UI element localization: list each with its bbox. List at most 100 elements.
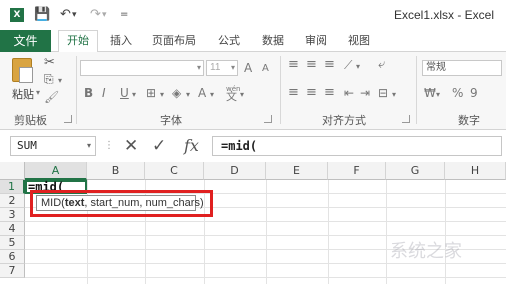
customize-toolbar-icon[interactable]: = <box>120 6 128 24</box>
align-right-icon[interactable]: ≡ <box>324 86 335 100</box>
row-header-6[interactable]: 6 <box>0 250 25 264</box>
copy-icon[interactable]: ⎘ <box>44 72 54 86</box>
row-header-2[interactable]: 2 <box>0 194 25 208</box>
merge-dropdown-icon[interactable]: ▾ <box>392 88 396 102</box>
group-divider <box>76 56 77 124</box>
align-left-icon[interactable]: ≡ <box>288 86 299 100</box>
select-all-corner[interactable] <box>0 162 25 180</box>
align-top-icon[interactable]: ≡ <box>288 58 299 72</box>
number-format-value: 常规 <box>426 62 446 73</box>
clipboard-group-label: 剪贴板 <box>14 114 47 127</box>
red-highlight-box <box>30 190 213 217</box>
tab-file[interactable]: 文件 <box>0 30 51 52</box>
paste-label[interactable]: 粘贴 <box>12 86 34 102</box>
font-launcher-icon[interactable] <box>264 115 272 123</box>
number-format-combo[interactable]: 常规 <box>422 60 502 76</box>
column-header-e[interactable]: E <box>266 162 328 180</box>
formula-input[interactable]: =mid( <box>212 136 502 156</box>
percent-style-icon[interactable]: % <box>452 86 463 100</box>
align-center-icon[interactable]: ≡ <box>306 86 317 100</box>
fill-color-icon[interactable]: ◈ <box>172 86 181 100</box>
tab-home[interactable]: 开始 <box>58 30 98 53</box>
wrap-text-icon[interactable]: ⤶ <box>378 58 385 72</box>
underline-button[interactable]: U <box>120 86 129 100</box>
grow-font-icon[interactable]: A <box>244 61 252 75</box>
watermark: 系统之家 <box>390 241 462 262</box>
fill-color-dropdown-icon[interactable]: ▾ <box>186 88 190 102</box>
bold-button[interactable]: B <box>84 86 93 100</box>
tab-formulas[interactable]: 公式 <box>218 30 240 52</box>
copy-dropdown-icon[interactable]: ▾ <box>58 74 62 88</box>
accounting-format-icon[interactable]: ₩ <box>424 86 436 100</box>
borders-icon[interactable]: ⊞ <box>146 86 156 100</box>
column-header-c[interactable]: C <box>145 162 204 180</box>
tab-view[interactable]: 视图 <box>348 30 370 52</box>
font-name-combo[interactable]: ▾ <box>80 60 204 76</box>
orientation-icon[interactable]: ⟋ <box>344 58 352 72</box>
cancel-icon[interactable]: ✕ <box>124 136 138 156</box>
row-header-5[interactable]: 5 <box>0 236 25 250</box>
font-color-icon[interactable]: A <box>198 86 206 100</box>
row-header-3[interactable]: 3 <box>0 208 25 222</box>
clipboard-launcher-icon[interactable] <box>64 115 72 123</box>
paste-icon[interactable] <box>12 58 33 83</box>
group-divider <box>416 56 417 124</box>
font-size-value: 11 <box>210 62 221 73</box>
align-bottom-icon[interactable]: ≡ <box>324 58 335 72</box>
tab-insert[interactable]: 插入 <box>110 30 132 52</box>
grid-line <box>266 180 267 284</box>
phonetic-dropdown-icon[interactable]: ▾ <box>240 88 244 102</box>
cut-icon[interactable]: ✂ <box>44 56 55 70</box>
merge-center-icon[interactable]: ⊟ <box>378 86 388 100</box>
font-color-dropdown-icon[interactable]: ▾ <box>210 88 214 102</box>
column-header-d[interactable]: D <box>204 162 266 180</box>
enter-icon[interactable]: ✓ <box>152 136 166 156</box>
column-header-a[interactable]: A <box>25 162 87 180</box>
undo-icon[interactable]: ↶ <box>60 6 71 24</box>
column-header-h[interactable]: H <box>445 162 506 180</box>
font-size-combo[interactable]: 11 ▾ <box>206 60 238 76</box>
tab-page-layout[interactable]: 页面布局 <box>152 30 196 52</box>
comma-style-icon[interactable]: 9 <box>470 86 478 100</box>
italic-button[interactable]: I <box>102 86 106 100</box>
formula-bar: SUM ▾ ⋮ ✕ ✓ fx =mid( <box>0 134 506 158</box>
accounting-dropdown-icon[interactable]: ▾ <box>436 88 440 102</box>
orientation-dropdown-icon[interactable]: ▾ <box>356 60 360 74</box>
align-middle-icon[interactable]: ≡ <box>306 58 317 72</box>
grid-line <box>386 180 387 284</box>
redo-icon[interactable]: ↷ <box>90 6 101 24</box>
window-title: Excel1.xlsx - Excel <box>393 8 494 22</box>
tab-review[interactable]: 审阅 <box>305 30 327 52</box>
increase-indent-icon[interactable]: ⇥ <box>360 86 370 100</box>
insert-function-icon[interactable]: fx <box>184 136 199 156</box>
name-box-value: SUM <box>17 139 37 152</box>
name-box[interactable]: SUM ▾ <box>10 136 96 156</box>
excel-logo-icon: X <box>10 8 24 22</box>
format-painter-icon[interactable]: 🖌 <box>44 90 59 104</box>
ribbon: 粘贴 ▾ ✂ ⎘ ▾ 🖌 剪贴板 ▾ 11 ▾ A A B I U ▾ ⊞ ▾ ◈… <box>0 52 506 130</box>
shrink-font-icon[interactable]: A <box>262 62 269 76</box>
row-header-1[interactable]: 1 <box>0 180 25 194</box>
column-header-f[interactable]: F <box>328 162 386 180</box>
font-name-dropdown-icon[interactable]: ▾ <box>197 61 201 75</box>
font-size-dropdown-icon[interactable]: ▾ <box>231 61 235 75</box>
tab-data[interactable]: 数据 <box>262 30 284 52</box>
borders-dropdown-icon[interactable]: ▾ <box>160 88 164 102</box>
alignment-launcher-icon[interactable] <box>402 115 410 123</box>
column-header-b[interactable]: B <box>87 162 145 180</box>
ribbon-tabs: 文件 开始 插入 页面布局 公式 数据 审阅 视图 <box>0 30 506 53</box>
decrease-indent-icon[interactable]: ⇤ <box>344 86 354 100</box>
underline-dropdown-icon[interactable]: ▾ <box>132 88 136 102</box>
column-header-g[interactable]: G <box>386 162 445 180</box>
number-group-label: 数字 <box>458 114 480 127</box>
undo-dropdown-icon[interactable]: ▾ <box>72 6 77 24</box>
name-box-dropdown-icon[interactable]: ▾ <box>87 137 91 155</box>
row-header-7[interactable]: 7 <box>0 264 25 278</box>
phonetic-char-icon[interactable]: 文 <box>226 90 237 104</box>
save-icon[interactable]: 💾 <box>34 6 50 24</box>
row-header-4[interactable]: 4 <box>0 222 25 236</box>
paste-dropdown-icon[interactable]: ▾ <box>36 86 40 100</box>
font-group-label: 字体 <box>160 114 182 127</box>
formula-bar-grip-icon[interactable]: ⋮ <box>104 140 114 151</box>
redo-dropdown-icon[interactable]: ▾ <box>102 6 107 24</box>
